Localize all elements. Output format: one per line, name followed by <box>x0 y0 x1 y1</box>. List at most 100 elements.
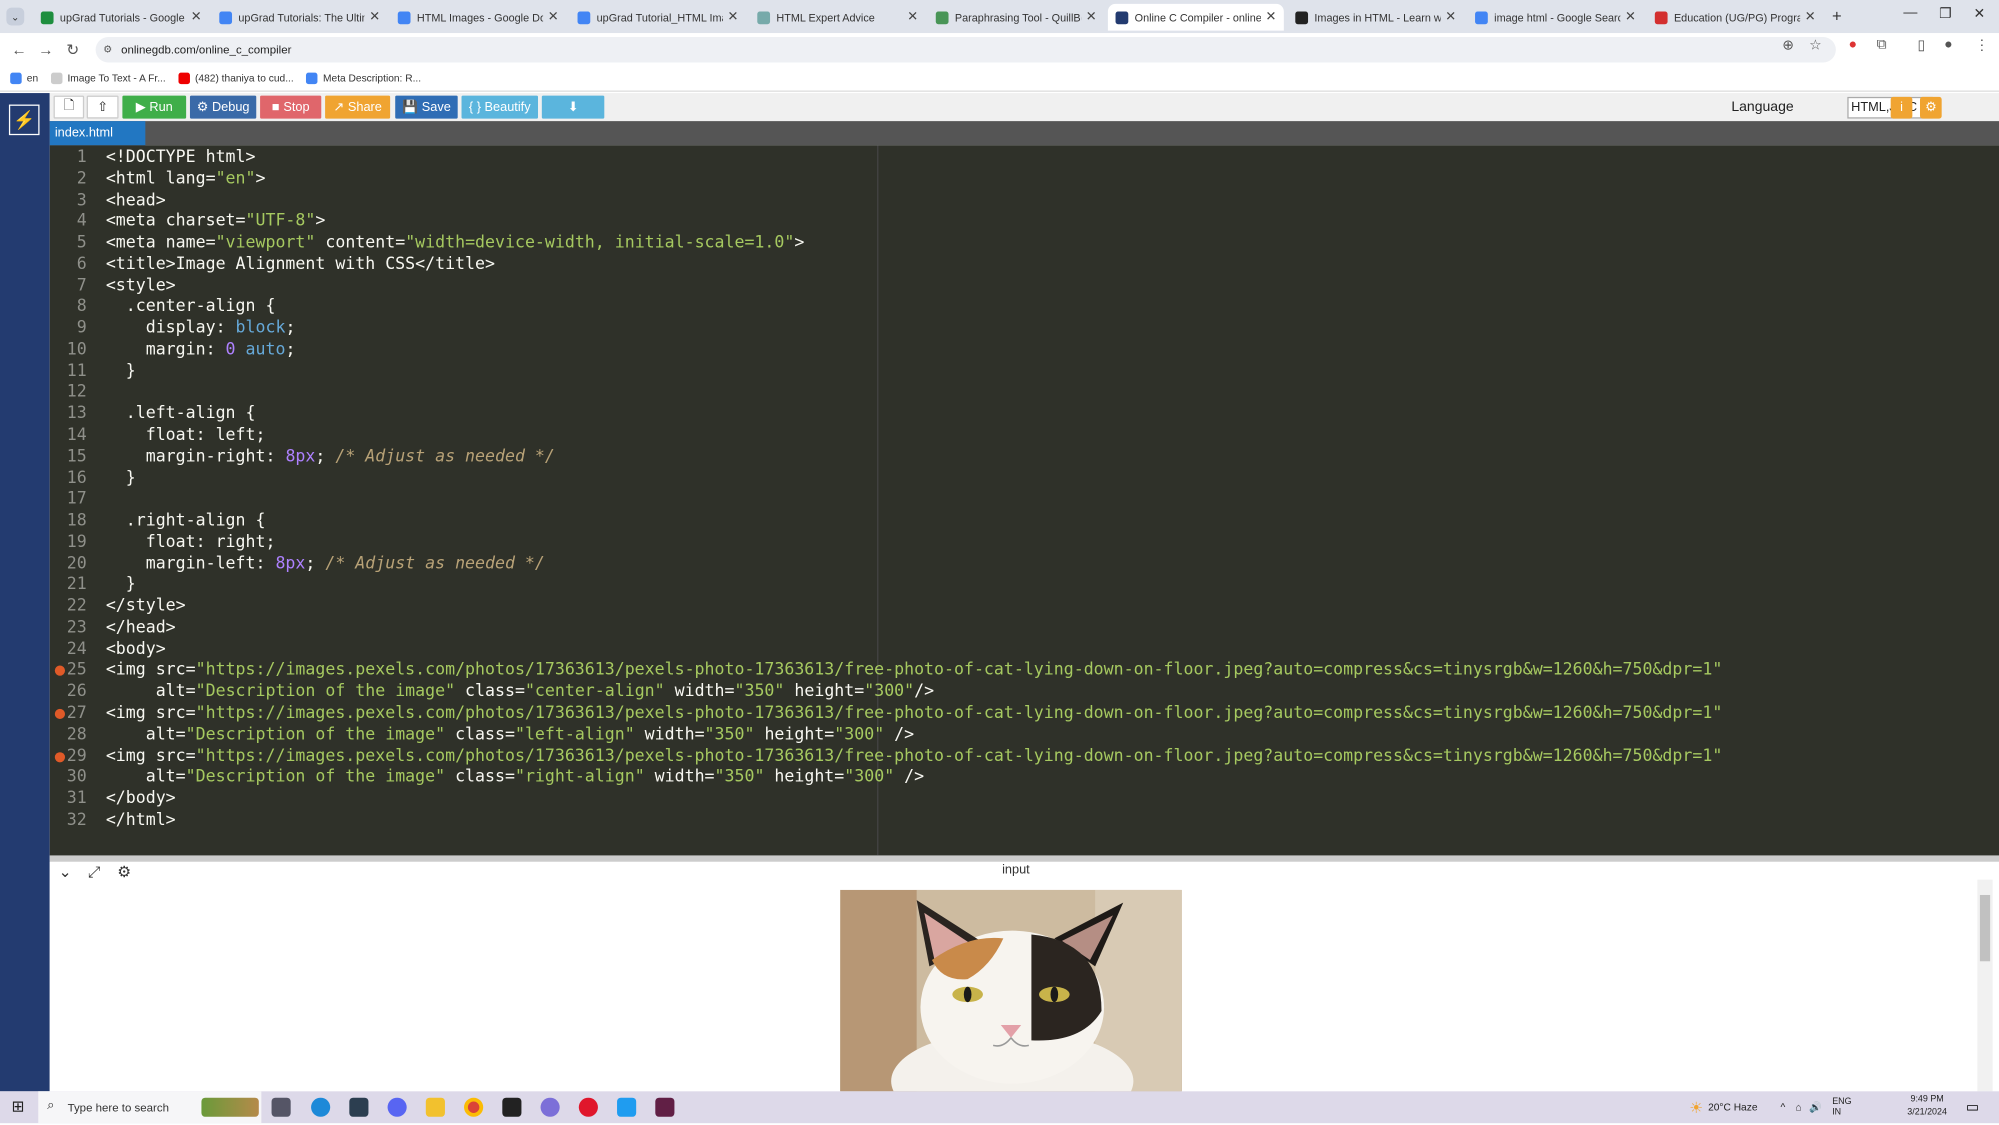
file-explorer-icon[interactable] <box>425 1097 445 1117</box>
tab-close-icon[interactable]: ✕ <box>1445 10 1456 24</box>
network-icon[interactable]: ⌂ <box>1795 1102 1801 1113</box>
onlinegdb-logo-icon[interactable]: ⚡ <box>8 104 40 136</box>
site-info-icon[interactable]: ⚙ <box>103 43 112 54</box>
forward-icon[interactable]: → <box>38 41 53 59</box>
code-line[interactable]: <img src="https://images.pexels.com/phot… <box>106 660 1722 682</box>
code-line[interactable]: <html lang="en"> <box>106 168 266 190</box>
code-line[interactable]: } <box>106 574 136 596</box>
extension-icon[interactable]: ● <box>1849 37 1857 52</box>
expand-icon[interactable]: ⤢ <box>88 863 100 882</box>
line-number[interactable]: 24 <box>50 638 90 660</box>
minimize-icon[interactable]: — <box>1903 5 1917 20</box>
reload-icon[interactable]: ↻ <box>66 41 79 59</box>
code-line[interactable]: <meta name="viewport" content="width=dev… <box>106 232 805 254</box>
line-number[interactable]: 16 <box>50 467 90 489</box>
line-number[interactable]: 22 <box>50 596 90 618</box>
save-button[interactable]: 💾 Save <box>395 95 458 119</box>
line-number[interactable]: 32 <box>50 809 90 831</box>
code-line[interactable]: float: right; <box>106 531 276 553</box>
url-field[interactable]: ⚙ onlinegdb.com/online_c_compiler <box>95 36 1836 63</box>
code-line[interactable]: <body> <box>106 638 166 660</box>
line-number[interactable]: 28 <box>50 724 90 746</box>
code-line[interactable]: <meta charset="UTF-8"> <box>106 211 326 233</box>
code-line[interactable]: <img src="https://images.pexels.com/phot… <box>106 702 1722 724</box>
code-line[interactable]: <head> <box>106 189 166 211</box>
weather-text[interactable]: 20°C Haze <box>1708 1102 1757 1113</box>
app-dark-icon[interactable] <box>655 1097 675 1117</box>
chrome-icon[interactable] <box>464 1097 484 1117</box>
bookmark-star-icon[interactable]: ☆ <box>1809 37 1822 53</box>
code-line[interactable]: </body> <box>106 788 176 810</box>
output-scrollbar[interactable] <box>1977 879 1993 1092</box>
browser-tab[interactable]: upGrad Tutorials - Google Sh ✕ <box>33 4 209 31</box>
bookmark-item[interactable]: Meta Description: R... <box>306 72 421 85</box>
line-number[interactable]: 21 <box>50 574 90 596</box>
stop-button[interactable]: ■ Stop <box>260 95 322 119</box>
code-line[interactable]: } <box>106 360 136 382</box>
tab-close-icon[interactable]: ✕ <box>191 10 202 24</box>
code-line[interactable]: <style> <box>106 275 176 297</box>
browser-tab[interactable]: upGrad Tutorials: The Ultimat ✕ <box>212 4 388 31</box>
tab-close-icon[interactable]: ✕ <box>1805 10 1816 24</box>
code-line[interactable]: .center-align { <box>106 296 276 318</box>
code-line[interactable]: <title>Image Alignment with CSS</title> <box>106 254 495 276</box>
line-number[interactable]: 23 <box>50 617 90 639</box>
browser-tab[interactable]: Online C Compiler - online ed ✕ <box>1107 3 1284 31</box>
output-settings-icon[interactable]: ⚙ <box>117 863 131 881</box>
file-tab-index-html[interactable]: index.html <box>49 121 146 146</box>
line-number[interactable]: 30 <box>50 767 90 789</box>
line-number[interactable]: 6 <box>50 254 90 276</box>
clock[interactable]: 9:49 PM 3/21/2024 <box>1907 1094 1947 1119</box>
line-number[interactable]: 18 <box>50 510 90 532</box>
epic-games-icon[interactable] <box>502 1097 522 1117</box>
code-line[interactable]: float: left; <box>106 425 266 447</box>
edge-icon[interactable] <box>311 1097 331 1117</box>
side-panel-icon[interactable]: ▯ <box>1917 37 1925 53</box>
back-icon[interactable]: ← <box>11 41 26 59</box>
notifications-icon[interactable]: ▭ <box>1966 1099 1979 1115</box>
bookmark-item[interactable]: en <box>10 72 38 85</box>
debug-button[interactable]: ⚙ Debug <box>189 95 257 119</box>
browser-tab[interactable]: Images in HTML - Learn web ✕ <box>1288 4 1464 31</box>
browser-tab[interactable]: Paraphrasing Tool - QuillBot A ✕ <box>928 4 1104 31</box>
code-line[interactable]: </html> <box>106 809 176 831</box>
new-tab-icon[interactable]: + <box>1832 6 1842 25</box>
code-line[interactable]: alt="Description of the image" class="ri… <box>106 767 924 789</box>
line-number[interactable]: 7 <box>50 275 90 297</box>
line-number[interactable]: 2 <box>50 168 90 190</box>
close-window-icon[interactable]: ✕ <box>1974 5 1986 22</box>
run-button[interactable]: ▶ Run <box>122 95 187 119</box>
line-number[interactable]: 11 <box>50 360 90 382</box>
line-number[interactable]: 17 <box>50 489 90 511</box>
bookmark-item[interactable]: (482) thaniya to cud... <box>178 72 294 85</box>
code-line[interactable]: } <box>106 467 136 489</box>
code-line[interactable]: margin-left: 8px; /* Adjust as needed */ <box>106 553 545 575</box>
code-line[interactable]: <!DOCTYPE html> <box>106 147 256 169</box>
windows-start-icon[interactable]: ⊞ <box>11 1098 24 1116</box>
profile-avatar[interactable]: ● <box>1944 37 1952 52</box>
app-icon[interactable] <box>349 1097 369 1117</box>
line-number[interactable]: 1 <box>50 147 90 169</box>
beautify-button[interactable]: { } Beautify <box>461 95 539 119</box>
line-number[interactable]: 12 <box>50 382 90 404</box>
browser-tab[interactable]: image html - Google Search ✕ <box>1467 4 1643 31</box>
tab-close-icon[interactable]: ✕ <box>907 10 918 24</box>
code-line[interactable]: .right-align { <box>106 510 266 532</box>
breakpoint-marker-icon[interactable] <box>54 751 66 762</box>
settings-gear-icon[interactable]: ⚙ <box>1919 96 1942 119</box>
line-number[interactable]: 5 <box>50 232 90 254</box>
new-file-icon[interactable]: 🗋 <box>53 95 85 119</box>
line-number[interactable]: 13 <box>50 403 90 425</box>
menu-kebab-icon[interactable]: ⋮ <box>1975 37 1989 53</box>
browser-tab[interactable]: HTML Images - Google Docs ✕ <box>390 4 566 31</box>
collapse-chevron-icon[interactable]: ⌄ <box>59 863 72 881</box>
tab-close-icon[interactable]: ✕ <box>727 10 738 24</box>
scrollbar-thumb[interactable] <box>1979 894 1991 962</box>
line-number[interactable]: 3 <box>50 189 90 211</box>
line-number[interactable]: 31 <box>50 788 90 810</box>
code-line[interactable]: </style> <box>106 596 186 618</box>
code-editor[interactable]: 1 <!DOCTYPE html> 2 <html lang="en"> 3 <head>… <box>49 145 1999 856</box>
line-number[interactable]: 9 <box>50 318 90 340</box>
share-button[interactable]: ↗ Share <box>325 95 391 119</box>
tab-close-icon[interactable]: ✕ <box>1625 10 1636 24</box>
